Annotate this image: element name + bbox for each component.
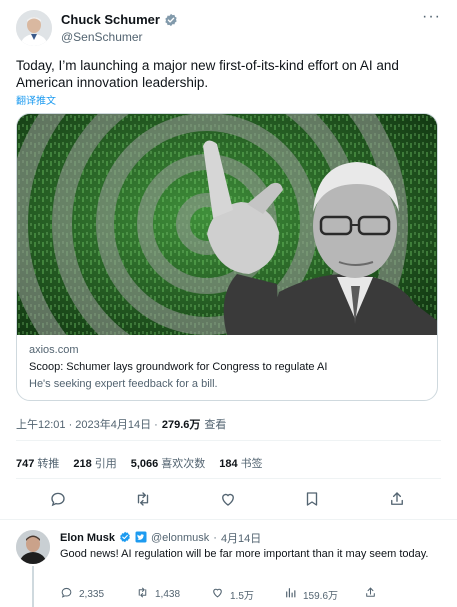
reply-date[interactable]: 4月14日 [221,530,261,546]
views-count: 159.6万 [303,590,339,602]
reply-icon[interactable] [49,490,69,510]
more-options-icon[interactable]: ··· [422,9,441,25]
quotes-label: 引用 [94,458,117,470]
card-domain: axios.com [29,344,79,356]
reply-like-action[interactable]: 1.5万 [211,586,254,602]
divider [16,440,441,441]
bookmarks-stat[interactable]: 184 书签 [219,455,262,471]
tweet-author-row: Chuck Schumer @SenSchumer ··· [16,9,441,50]
reply-separator-dot: · [213,532,217,544]
bookmarks-count: 184 [219,458,238,470]
quotes-count: 218 [73,458,92,470]
author-handle[interactable]: @SenSchumer [61,30,178,44]
share-icon[interactable] [388,490,408,510]
reply-author-handle[interactable]: @elonmusk [151,532,209,544]
reply-icon [60,586,73,602]
like-count: 1.5万 [230,590,254,602]
twitter-blue-badge-icon [135,531,147,546]
reply-text: Good news! AI regulation will be far mor… [60,548,429,560]
likes-stat[interactable]: 5,066 喜欢次数 [131,455,206,471]
retweet-count: 1,438 [155,588,181,600]
tweet-text: Today, I’m launching a major new first-o… [16,58,399,90]
reply-share-action[interactable] [364,586,377,602]
reply-author-avatar[interactable] [16,530,50,564]
card-title: Scoop: Schumer lays groundwork for Congr… [29,361,328,373]
verified-badge-icon [164,13,178,27]
likes-count: 5,066 [130,458,159,470]
card-image [17,114,437,335]
verified-badge-icon [119,531,131,546]
like-icon [211,586,224,602]
share-icon [364,586,377,602]
reply-reply-action[interactable]: 2,335 [60,586,104,602]
views-label: 查看 [204,419,227,431]
like-icon[interactable] [219,490,239,510]
bookmark-icon[interactable] [303,490,323,510]
quotes-stat[interactable]: 218 引用 [73,455,116,471]
tweet-stats: 747 转推 218 引用 5,066 喜欢次数 184 书签 [16,455,263,471]
views-icon [284,586,297,602]
reply-tweet[interactable]: Elon Musk @elonmusk · 4月14日 Good news! A… [0,520,457,607]
views-count: 279.6万 [161,419,201,431]
tweet-timestamp-row: 上午12:01 · 2023年4月14日 · 279.6万 查看 [16,416,226,432]
reply-retweet-action[interactable]: 1,438 [136,586,180,602]
reply-views-action[interactable]: 159.6万 [284,586,338,602]
reply-count: 2,335 [79,588,105,600]
likes-label: 喜欢次数 [161,458,206,470]
author-name[interactable]: Chuck Schumer [61,12,160,27]
retweets-label: 转推 [37,458,60,470]
divider [16,478,441,479]
bookmarks-label: 书签 [240,458,263,470]
reply-author-name[interactable]: Elon Musk [60,532,115,544]
retweet-icon[interactable] [134,490,154,510]
reply-action-bar: 2,335 1,438 1.5万 159.6万 [60,586,440,602]
reply-thread-line [32,566,34,607]
retweet-icon [136,586,149,602]
retweets-stat[interactable]: 747 转推 [16,455,59,471]
retweets-count: 747 [16,458,35,470]
tweet-action-bar [16,490,441,510]
card-description: He's seeking expert feedback for a bill. [29,378,218,390]
link-preview-card[interactable]: axios.com Scoop: Schumer lays groundwork… [16,113,438,401]
tweet-timestamp[interactable]: 上午12:01 · 2023年4月14日 · [16,416,158,432]
author-avatar[interactable] [16,10,52,46]
translate-link[interactable]: 翻译推文 [16,92,56,107]
